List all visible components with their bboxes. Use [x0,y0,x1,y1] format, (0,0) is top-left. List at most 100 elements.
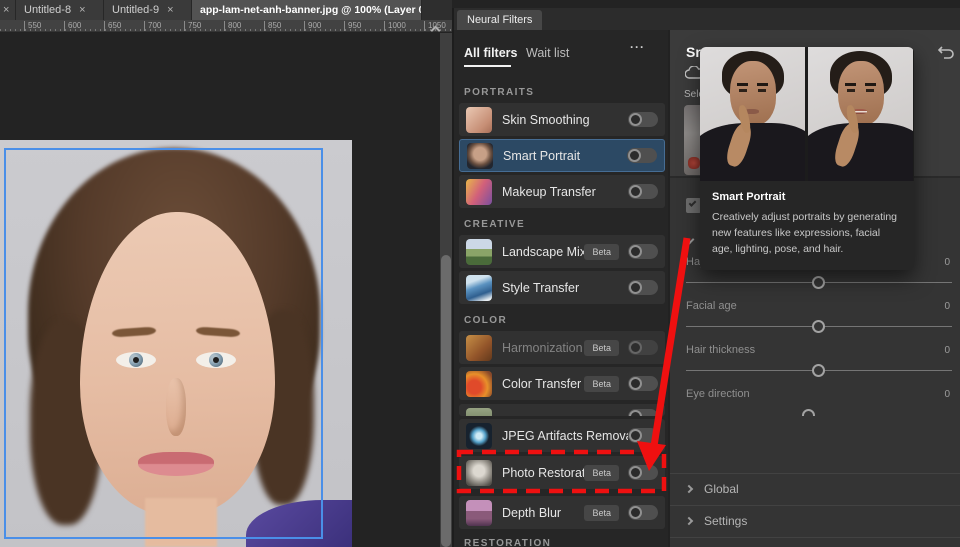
section-header-portraits: PORTRAITS [464,87,534,98]
filter-thumbnail [466,275,492,301]
filter-toggle[interactable] [628,505,658,520]
section-header-color: COLOR [464,315,507,326]
tab-label: Untitled-8 [24,4,71,16]
filter-thumbnail [466,107,492,133]
slider-thumb-facial-age[interactable] [812,320,825,333]
filter-name: Depth Blur [502,506,584,520]
dialog-top-strip [452,0,960,8]
dialog-title: Neural Filters [467,14,532,26]
canvas-area[interactable] [0,32,440,547]
tab-all-filters[interactable]: All filters [464,46,518,60]
filter-thumbnail [466,460,492,486]
filter-toggle[interactable] [628,244,658,259]
slider-thumb-hair-thickness[interactable] [812,364,825,377]
horizontal-ruler: 550 600 650 700 750 800 850 900 950 1000… [0,20,452,32]
filter-name: Smart Portrait [503,149,627,163]
chevron-down-icon[interactable] [686,230,693,248]
filter-name: JPEG Artifacts Removal [502,429,628,443]
group-settings[interactable]: Settings [686,514,747,528]
filter-row-skin-smoothing[interactable]: Skin Smoothing [459,103,665,136]
active-tab-underline [464,65,511,67]
slider-value-hair-thickness: 0 [944,345,950,356]
divider [670,505,960,506]
tooltip-text: Smart Portrait Creatively adjust portrai… [700,181,914,270]
filter-row-depth-blur[interactable]: Depth Blur Beta [459,496,665,529]
slider-thumb-happiness[interactable] [812,276,825,289]
filter-toggle[interactable] [628,409,658,416]
tooltip-description: Creatively adjust portraits by generatin… [712,210,902,257]
filter-toggle[interactable] [627,148,657,163]
scrollbar-thumb[interactable] [441,255,451,547]
filter-row-photo-restoration[interactable]: Photo Restoration Beta [459,456,665,489]
neural-filters-title-tab[interactable]: Neural Filters [457,10,542,30]
group-global[interactable]: Global [686,482,739,496]
reset-icon[interactable] [938,44,956,60]
filter-thumbnail [466,423,492,449]
photoshop-window: × Untitled-8 × Untitled-9× app-lam-net-an… [0,0,960,547]
chevron-right-icon [685,517,693,525]
divider [670,537,960,538]
section-header-creative: CREATIVE [464,219,525,230]
filter-name: Harmonization [502,341,584,355]
filter-row-style-transfer[interactable]: Style Transfer [459,271,665,304]
filter-row-smart-portrait[interactable]: Smart Portrait [459,139,665,172]
canvas-vertical-scrollbar[interactable] [440,33,452,547]
neural-filters-header: Neural Filters [452,8,960,30]
filter-thumbnail [466,179,492,205]
slider-label-eye-direction: Eye direction [686,388,750,400]
document-tab-untitled9[interactable]: Untitled-9× [104,0,192,20]
filter-name: Makeup Transfer [502,185,628,199]
filter-row-color-transfer[interactable]: Color Transfer Beta [459,367,665,400]
filter-toggle[interactable] [628,340,658,355]
filter-row-harmonization[interactable]: Harmonization Beta [459,331,665,364]
filter-thumbnail [466,371,492,397]
filter-toggle[interactable] [628,112,658,127]
slider-thumb-eye-direction[interactable] [800,408,820,416]
tooltip-after-image [808,47,913,181]
beta-badge: Beta [584,340,619,356]
beta-badge: Beta [584,465,619,481]
slider-label-facial-age: Facial age [686,300,737,312]
filter-row-landscape-mixer[interactable]: Landscape Mixer Beta [459,235,665,268]
filter-name: Style Transfer [502,281,628,295]
smart-portrait-tooltip: Smart Portrait Creatively adjust portrai… [700,47,914,270]
ruler-collapse-icon[interactable] [432,21,444,31]
check-icon [689,199,697,207]
document-tab-active[interactable]: app-lam-net-anh-banner.jpg @ 100% (Layer… [192,0,422,20]
section-header-restoration: RESTORATION [464,538,551,547]
filter-thumbnail [466,335,492,361]
filter-toggle[interactable] [628,280,658,295]
filter-toggle[interactable] [628,184,658,199]
filter-toggle[interactable] [628,465,658,480]
filter-list-panel: All filters Wait list ··· PORTRAITS Skin… [452,30,668,547]
filter-thumbnail [467,143,493,169]
filter-name: Color Transfer [502,377,584,391]
tooltip-title: Smart Portrait [712,191,902,203]
filter-name: Photo Restoration [502,466,584,480]
filter-name: Skin Smoothing [502,113,628,127]
filter-thumbnail [466,500,492,526]
document-tab-untitled8[interactable]: Untitled-8 × [16,0,104,20]
document-tab-partial[interactable]: × [0,0,16,20]
filter-thumbnail [466,239,492,265]
filter-thumbnail [466,408,492,416]
filter-row-partial[interactable] [459,404,665,416]
beta-badge: Beta [584,505,619,521]
filter-enabled-checkbox[interactable] [686,198,701,213]
group-label: Settings [704,514,747,528]
filter-toggle[interactable] [628,376,658,391]
tooltip-preview-images [700,47,914,181]
tooltip-before-image [700,47,805,181]
filter-row-jpeg-artifacts-removal[interactable]: JPEG Artifacts Removal [459,419,665,452]
beta-badge: Beta [584,376,619,392]
filter-row-makeup-transfer[interactable]: Makeup Transfer [459,175,665,208]
filter-toggle[interactable] [628,428,658,443]
close-icon[interactable]: × [167,4,173,16]
slider-value-facial-age: 0 [944,301,950,312]
tab-wait-list[interactable]: Wait list [526,46,569,60]
layer-selection-bounds [4,148,323,539]
ruler-minor-ticks [0,29,452,31]
panel-menu-icon[interactable]: ··· [630,40,645,54]
close-icon[interactable]: × [3,4,9,16]
close-icon[interactable]: × [79,4,85,16]
